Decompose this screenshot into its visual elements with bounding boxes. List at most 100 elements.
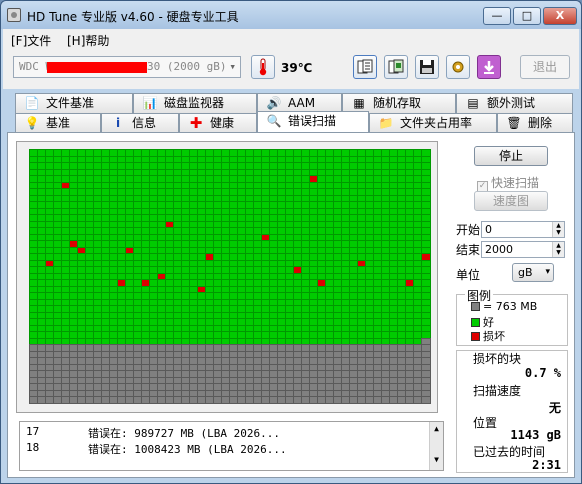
log-scrollbar[interactable]: ▲ ▼: [429, 422, 443, 470]
scan-block: [405, 305, 415, 313]
start-input[interactable]: 0 ▲ ▼: [481, 221, 565, 238]
scan-block: [29, 259, 39, 268]
scan-block: [173, 298, 183, 307]
tab-file-benchmark[interactable]: 📄 文件基准: [15, 93, 133, 113]
scroll-up-icon[interactable]: ▲: [430, 424, 443, 433]
copy-info-icon[interactable]: [353, 55, 377, 79]
scan-block: [181, 331, 191, 339]
scan-block: [237, 201, 247, 209]
scan-block: [189, 363, 199, 372]
scan-block: [293, 318, 303, 326]
exit-button[interactable]: 退出: [520, 55, 570, 79]
tab-random-access[interactable]: ▦ 随机存取: [342, 93, 456, 113]
scan-block: [141, 175, 151, 183]
scan-block: [397, 233, 407, 242]
tab-row-top: 📄 文件基准 📊 磁盘监视器 🔊 AAM ▦ 随机存取 ▤ 额外测试: [1, 93, 581, 113]
spin-arrows-icon[interactable]: ▲ ▼: [552, 242, 564, 257]
scan-block: [181, 318, 191, 326]
scan-block: [109, 311, 119, 320]
scan-block: [197, 363, 207, 372]
tab-erase[interactable]: 🗑 删除: [497, 113, 573, 133]
drive-select[interactable]: WDC W 30 (2000 gB) ▾: [13, 56, 241, 78]
scan-block: [53, 363, 63, 372]
scan-block: [141, 246, 151, 255]
save-icon[interactable]: [415, 55, 439, 79]
scan-block: [253, 389, 263, 398]
scan-block: [349, 298, 359, 307]
scan-block: [141, 376, 151, 385]
scan-block: [29, 181, 39, 190]
scan-block: [389, 253, 399, 261]
tab-extra-tests[interactable]: ▤ 额外测试: [456, 93, 573, 113]
options-icon[interactable]: [446, 55, 470, 79]
scan-block: [165, 149, 175, 157]
scroll-down-icon[interactable]: ▼: [430, 455, 443, 464]
tab-disk-monitor[interactable]: 📊 磁盘监视器: [133, 93, 257, 113]
quick-scan-checkbox[interactable]: ✓ 快速扫描: [477, 174, 539, 192]
scan-block: [117, 318, 127, 326]
spin-arrows-icon[interactable]: ▲ ▼: [552, 222, 564, 237]
scan-block: [269, 272, 279, 281]
tab-folder-usage[interactable]: 📁 文件夹占用率: [369, 113, 497, 133]
scan-block: [29, 376, 39, 385]
scan-block: [213, 188, 223, 196]
scan-block: [181, 233, 191, 242]
scan-block: [261, 227, 271, 235]
scan-block: [237, 246, 247, 255]
scan-block: [229, 194, 239, 203]
scan-block: [309, 279, 319, 287]
maximize-button[interactable]: □: [513, 7, 541, 25]
scan-block: [253, 188, 263, 196]
scan-block: [421, 350, 431, 359]
unscanned-swatch: [471, 302, 480, 311]
scan-block: [357, 389, 367, 398]
scan-block: [333, 233, 343, 242]
scan-block: [389, 350, 399, 359]
scan-block: [85, 279, 95, 287]
scan-block: [93, 214, 103, 222]
scan-block: [221, 285, 231, 294]
speed-map-button[interactable]: 速度图: [474, 191, 548, 211]
scan-block: [77, 181, 87, 190]
tab-info[interactable]: i 信息: [101, 113, 179, 133]
tab-aam[interactable]: 🔊 AAM: [257, 93, 342, 113]
scan-block: [165, 175, 175, 183]
scan-block: [181, 175, 191, 183]
unit-select[interactable]: gB ▾: [512, 263, 554, 282]
scan-block: [413, 324, 423, 333]
scan-block: [149, 155, 159, 164]
scan-block: [237, 207, 247, 216]
scan-block: [413, 181, 423, 190]
scan-block: [213, 201, 223, 209]
scan-block: [317, 337, 327, 346]
scan-block: [293, 305, 303, 313]
download-icon[interactable]: [477, 55, 501, 79]
error-log-list[interactable]: 17 错误在: 989727 MB (LBA 2026... 18 错误在: 1…: [19, 421, 444, 471]
scan-block: [213, 357, 223, 365]
scan-block: [253, 240, 263, 248]
scan-block: [189, 305, 199, 313]
tab-benchmark[interactable]: 💡 基准: [15, 113, 101, 133]
scan-block: [157, 259, 167, 268]
scan-block: [277, 188, 287, 196]
tab-error-scan[interactable]: 🔍 错误扫描: [257, 111, 369, 133]
scan-block: [221, 311, 231, 320]
scan-block: [133, 363, 143, 372]
scan-block: [365, 207, 375, 216]
scan-block: [341, 253, 351, 261]
close-button[interactable]: X: [543, 7, 577, 25]
minimize-button[interactable]: —: [483, 7, 511, 25]
menu-help[interactable]: [H]帮助: [67, 32, 109, 49]
scan-block: [69, 383, 79, 391]
scan-block: [61, 214, 71, 222]
end-input[interactable]: 2000 ▲ ▼: [481, 241, 565, 258]
scan-block: [85, 370, 95, 378]
copy-screenshot-icon[interactable]: [384, 55, 408, 79]
scan-block: [37, 383, 47, 391]
scan-block: [77, 363, 87, 372]
stop-button[interactable]: 停止: [474, 146, 548, 166]
scan-block: [261, 279, 271, 287]
chevron-down-icon: ▾: [229, 60, 236, 73]
tab-health[interactable]: ✚ 健康: [179, 113, 257, 133]
menu-file[interactable]: [F]文件: [11, 32, 51, 49]
